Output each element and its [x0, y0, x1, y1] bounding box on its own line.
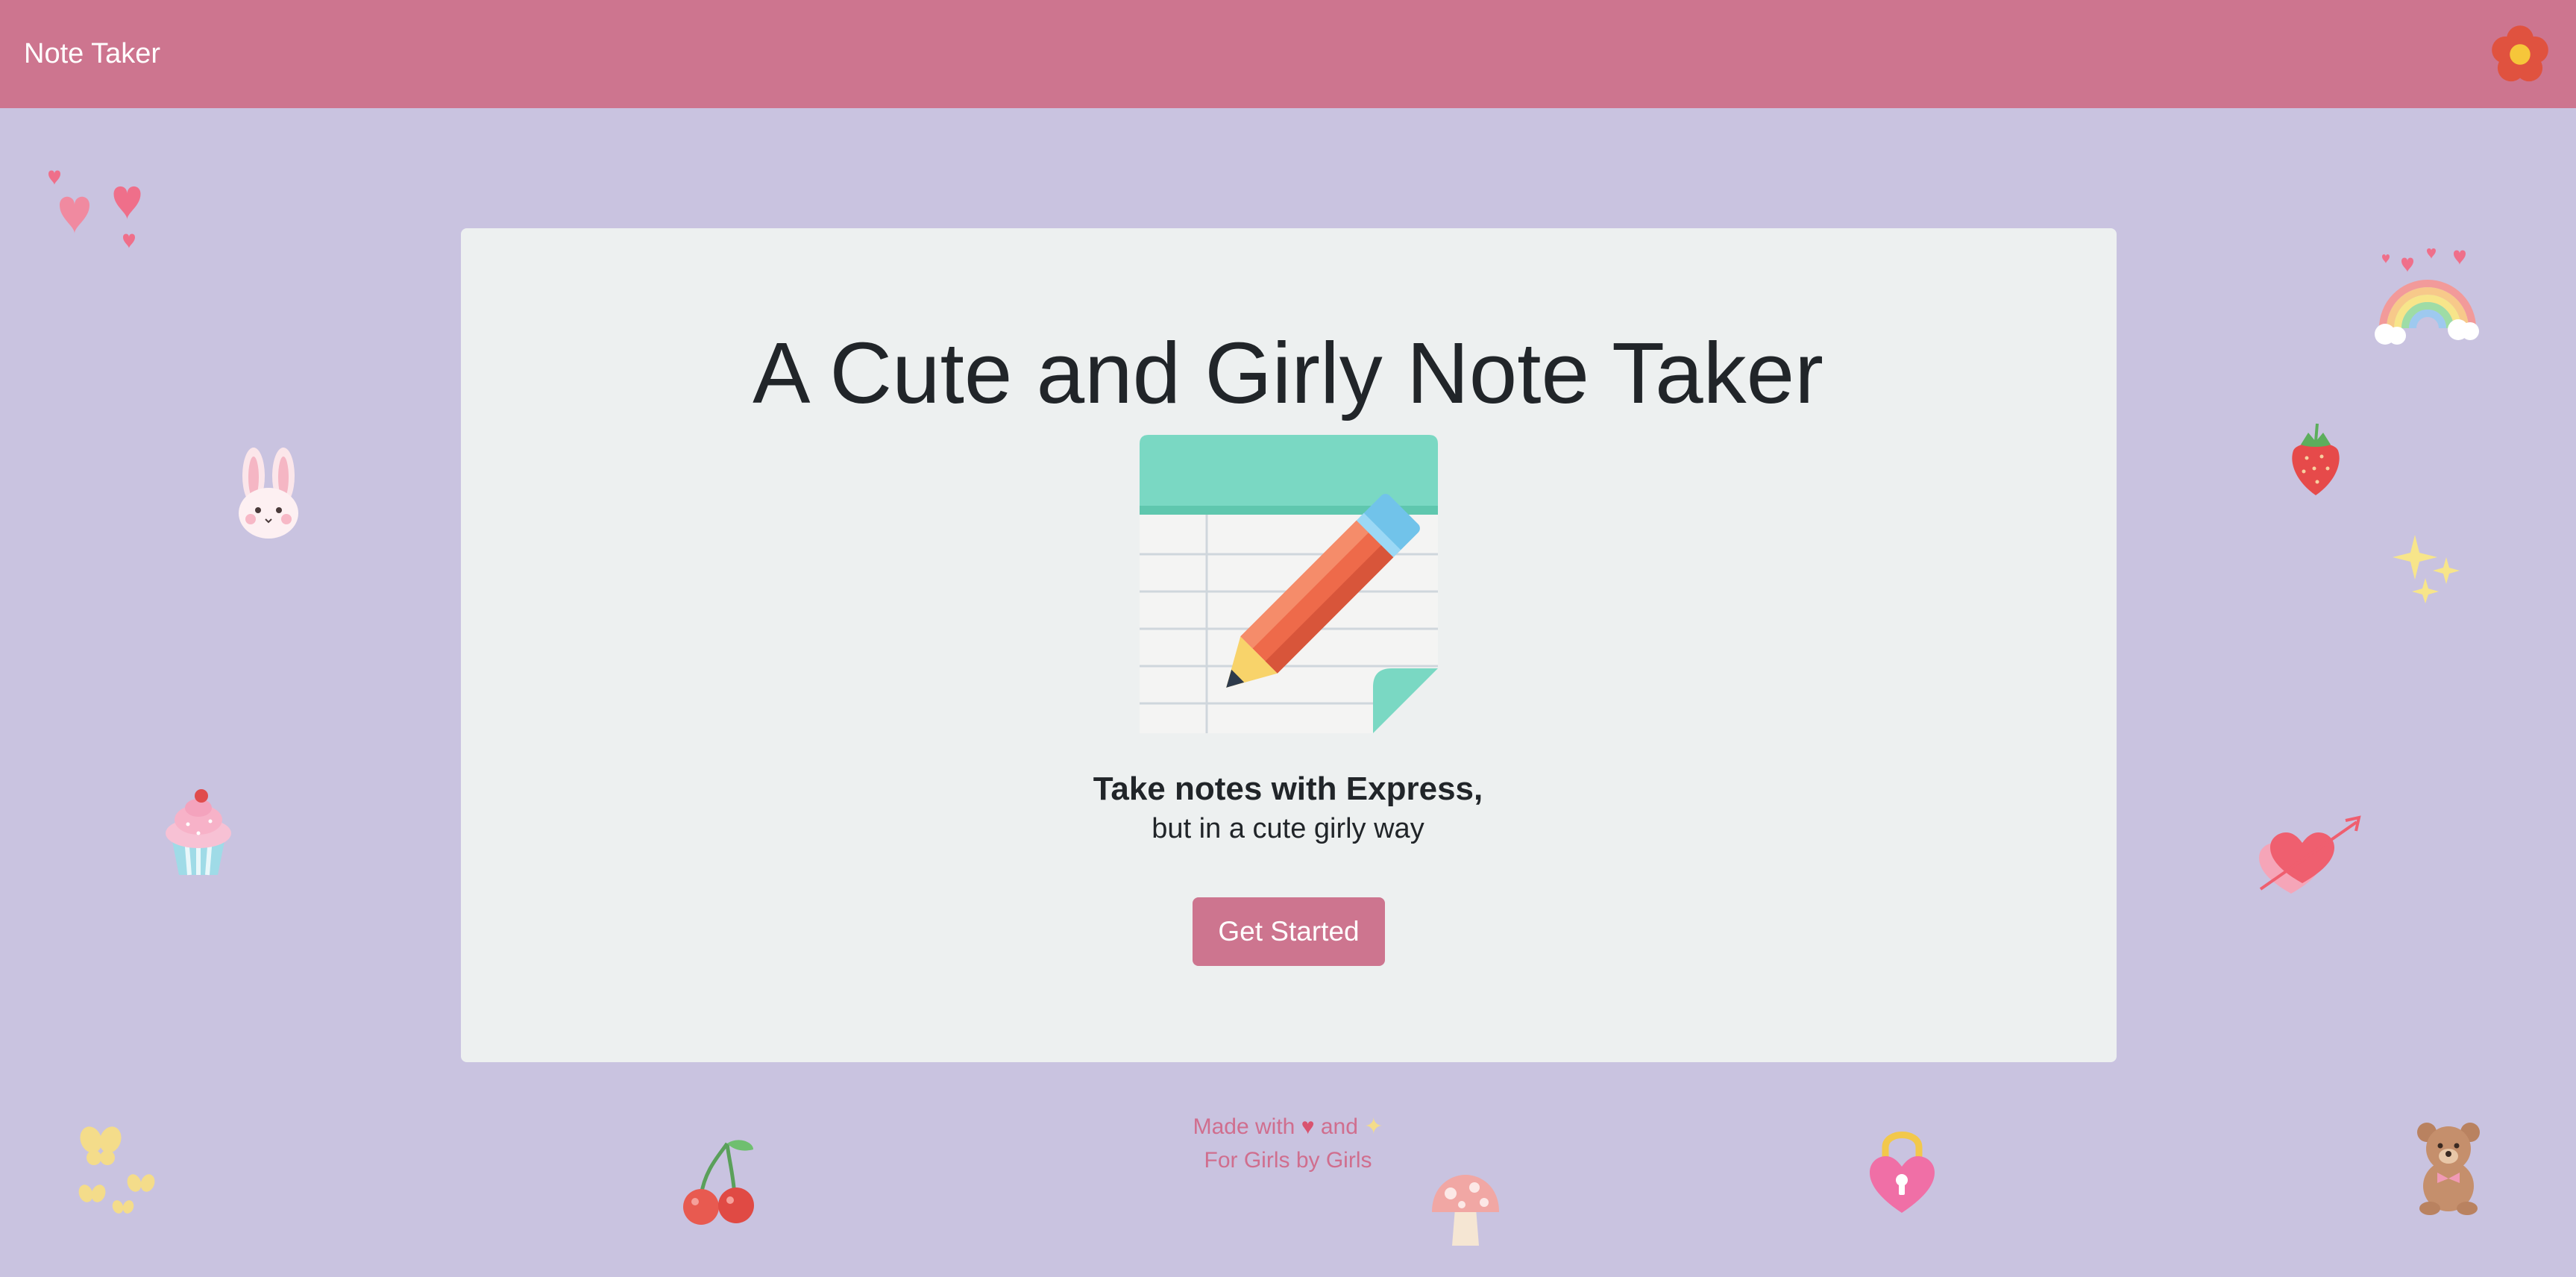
get-started-button[interactable]: Get Started	[1193, 897, 1385, 966]
navbar: Note Taker	[0, 0, 2576, 108]
page-title: A Cute and Girly Note Taker	[753, 324, 1823, 421]
hero-subtitle: but in a cute girly way	[1152, 813, 1424, 844]
notepad-pencil-icon	[1140, 435, 1438, 733]
footer-and: and	[1320, 1114, 1358, 1139]
sparkles-icon	[2393, 535, 2461, 603]
hearts-icon	[45, 168, 149, 254]
footer-credit: Made with ♥ and ✦	[0, 1112, 2576, 1142]
mushroom-icon	[1428, 1171, 1503, 1249]
footer-tagline: For Girls by Girls	[1204, 1148, 1372, 1173]
sparkle-icon: ✦	[1364, 1114, 1383, 1139]
bunny-icon	[224, 446, 313, 542]
hero-lead: Take notes with Express,	[1093, 771, 1483, 807]
brand-link[interactable]: Note Taker	[24, 34, 160, 73]
strawberry-icon	[2286, 422, 2346, 497]
footer-made-with: Made with	[1193, 1114, 1295, 1139]
heart-icon: ♥	[1301, 1114, 1315, 1139]
flower-icon[interactable]	[2488, 22, 2552, 87]
